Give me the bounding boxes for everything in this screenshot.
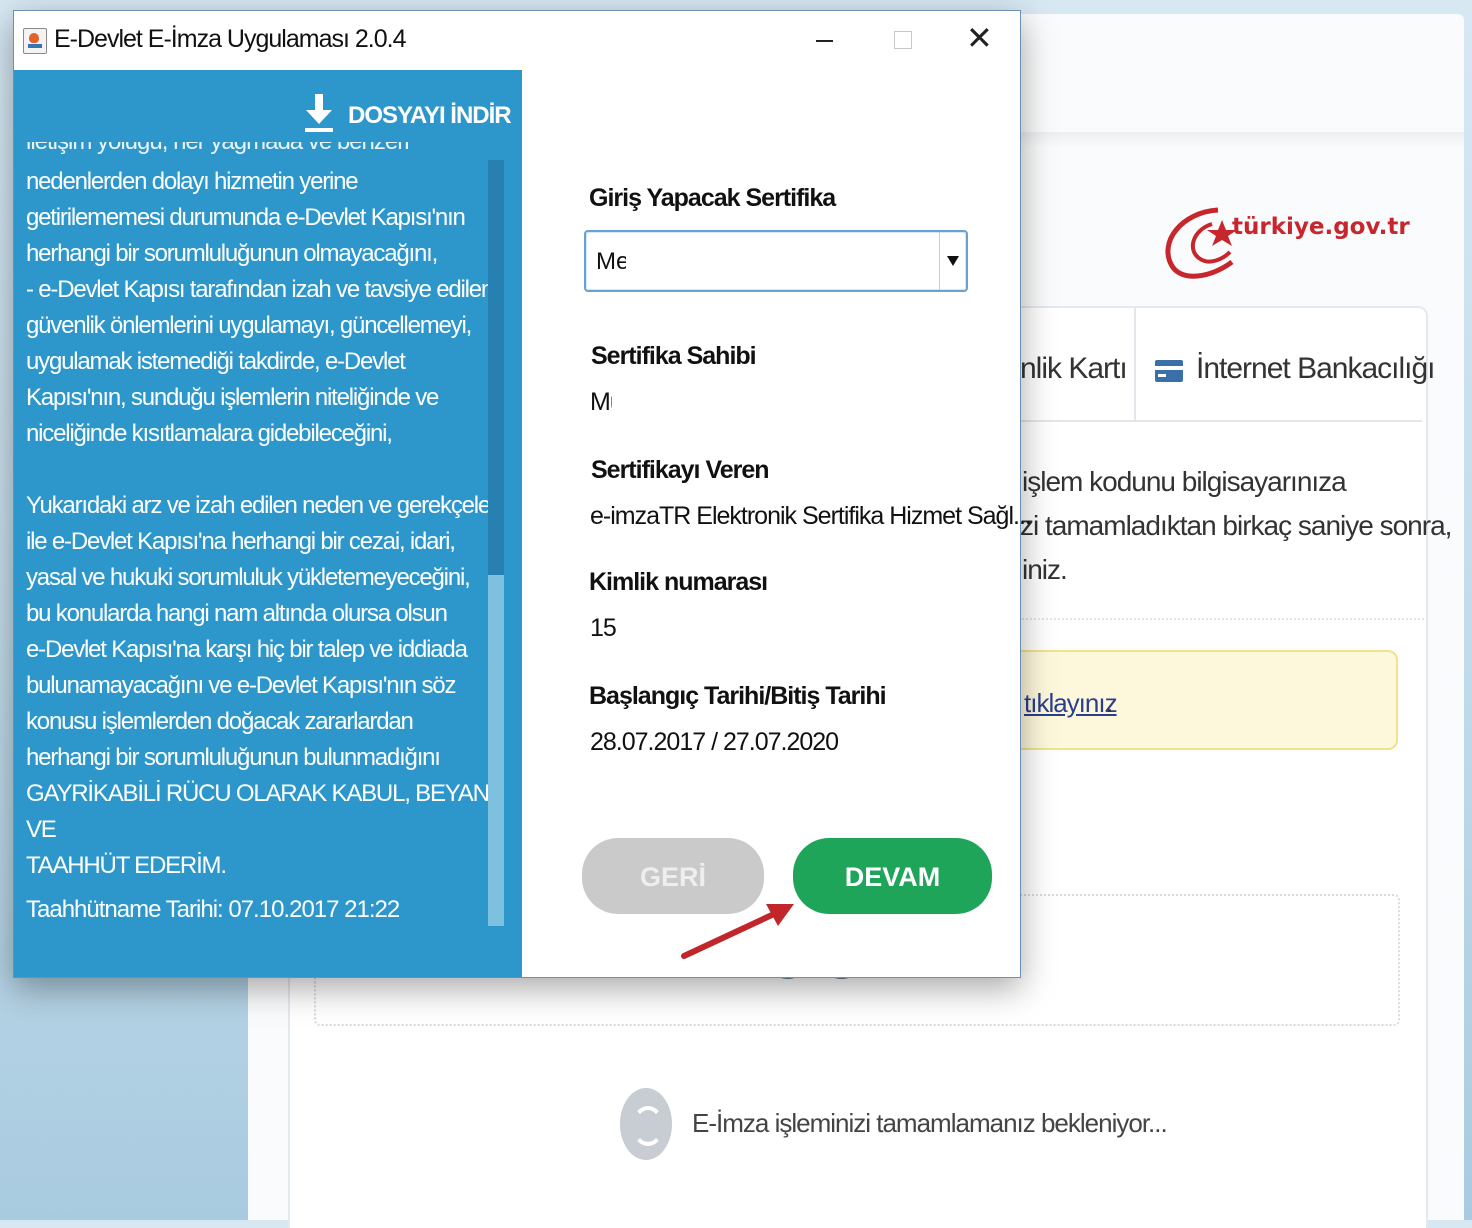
- close-button[interactable]: ✕: [942, 11, 1020, 70]
- terms-text: nedenlerden dolayı hizmetin yerine getir…: [26, 168, 488, 879]
- id-number-label: Kimlik numarası: [589, 568, 768, 596]
- download-label: DOSYAYI İNDİR: [348, 102, 512, 129]
- instruction-line-1: işlem kodunu bilgisayarınıza: [1022, 466, 1347, 497]
- terms-pane: DOSYAYI İNDİR iletişim yoluğu, her yağma…: [14, 70, 522, 977]
- turkiye-gov-logo-icon: [1165, 207, 1237, 279]
- maximize-icon: [894, 31, 912, 49]
- waiting-message: E-İmza işleminizi tamamlamanız bekleniyo…: [692, 1108, 1168, 1138]
- loading-spinner-icon: [620, 1088, 672, 1160]
- logo-text: türkiye.gov.tr: [1232, 214, 1410, 240]
- minimize-button[interactable]: [786, 11, 864, 70]
- window-title: E-Devlet E-İmza Uygulaması 2.0.4: [54, 25, 406, 53]
- certificate-select-value: Me: [596, 248, 626, 275]
- notice-link-suffix: .: [1106, 688, 1114, 718]
- tab-id-card[interactable]: nlik Kartı: [1020, 352, 1128, 386]
- tab-divider: [1134, 308, 1136, 420]
- validity-dates-label: Başlangıç Tarihi/Bitiş Tarihi: [589, 682, 887, 710]
- minimize-icon: [816, 40, 833, 42]
- terms-date: Taahhütname Tarihi: 07.10.2017 21:22: [26, 896, 400, 923]
- notice-link[interactable]: tıklayınız: [1024, 688, 1118, 719]
- certificate-pane: Giriş Yapacak Sertifika Me Sertifika Sah…: [522, 70, 1031, 977]
- separator: [1018, 618, 1424, 620]
- instruction-line-3: iniz.: [1022, 554, 1068, 585]
- maximize-button[interactable]: [864, 11, 942, 70]
- cert-select-label: Giriş Yapacak Sertifika: [589, 184, 836, 212]
- close-icon: ✕: [966, 19, 993, 57]
- continue-button[interactable]: DEVAM: [793, 838, 992, 914]
- validity-dates-value: 28.07.2017 / 27.07.2020: [590, 728, 839, 756]
- tab-internet-banking[interactable]: İnternet Bankacılığı: [1196, 352, 1435, 386]
- window-titlebar[interactable]: E-Devlet E-İmza Uygulaması 2.0.4 ✕: [14, 11, 1020, 70]
- terms-scroll-area[interactable]: iletişim yoluğu, her yağmada ve benzeri …: [26, 142, 488, 952]
- download-icon: [305, 94, 333, 132]
- credit-card-icon: [1155, 360, 1183, 382]
- issuer-value: e-imzaTR Elektronik Sertifika Hizmet Sağ…: [590, 502, 1031, 530]
- owner-label: Sertifika Sahibi: [591, 342, 757, 370]
- certificate-select[interactable]: Me: [584, 230, 968, 292]
- issuer-label: Sertifikayı Veren: [591, 456, 770, 484]
- scrollbar-thumb[interactable]: [488, 575, 504, 926]
- java-app-icon: [23, 28, 47, 54]
- terms-partial-line: iletişim yoluğu, her yağmada ve benzeri: [26, 142, 410, 160]
- id-number-value: 15: [590, 614, 617, 642]
- e-imza-dialog: E-Devlet E-İmza Uygulaması 2.0.4 ✕ DOSYA…: [13, 10, 1031, 978]
- owner-value: Mu: [590, 388, 612, 416]
- chevron-down-icon[interactable]: [939, 232, 966, 290]
- annotation-arrow-icon: [681, 904, 794, 959]
- instruction-line-2: zi tamamladıktan birkaç saniye sonra,: [1020, 510, 1452, 541]
